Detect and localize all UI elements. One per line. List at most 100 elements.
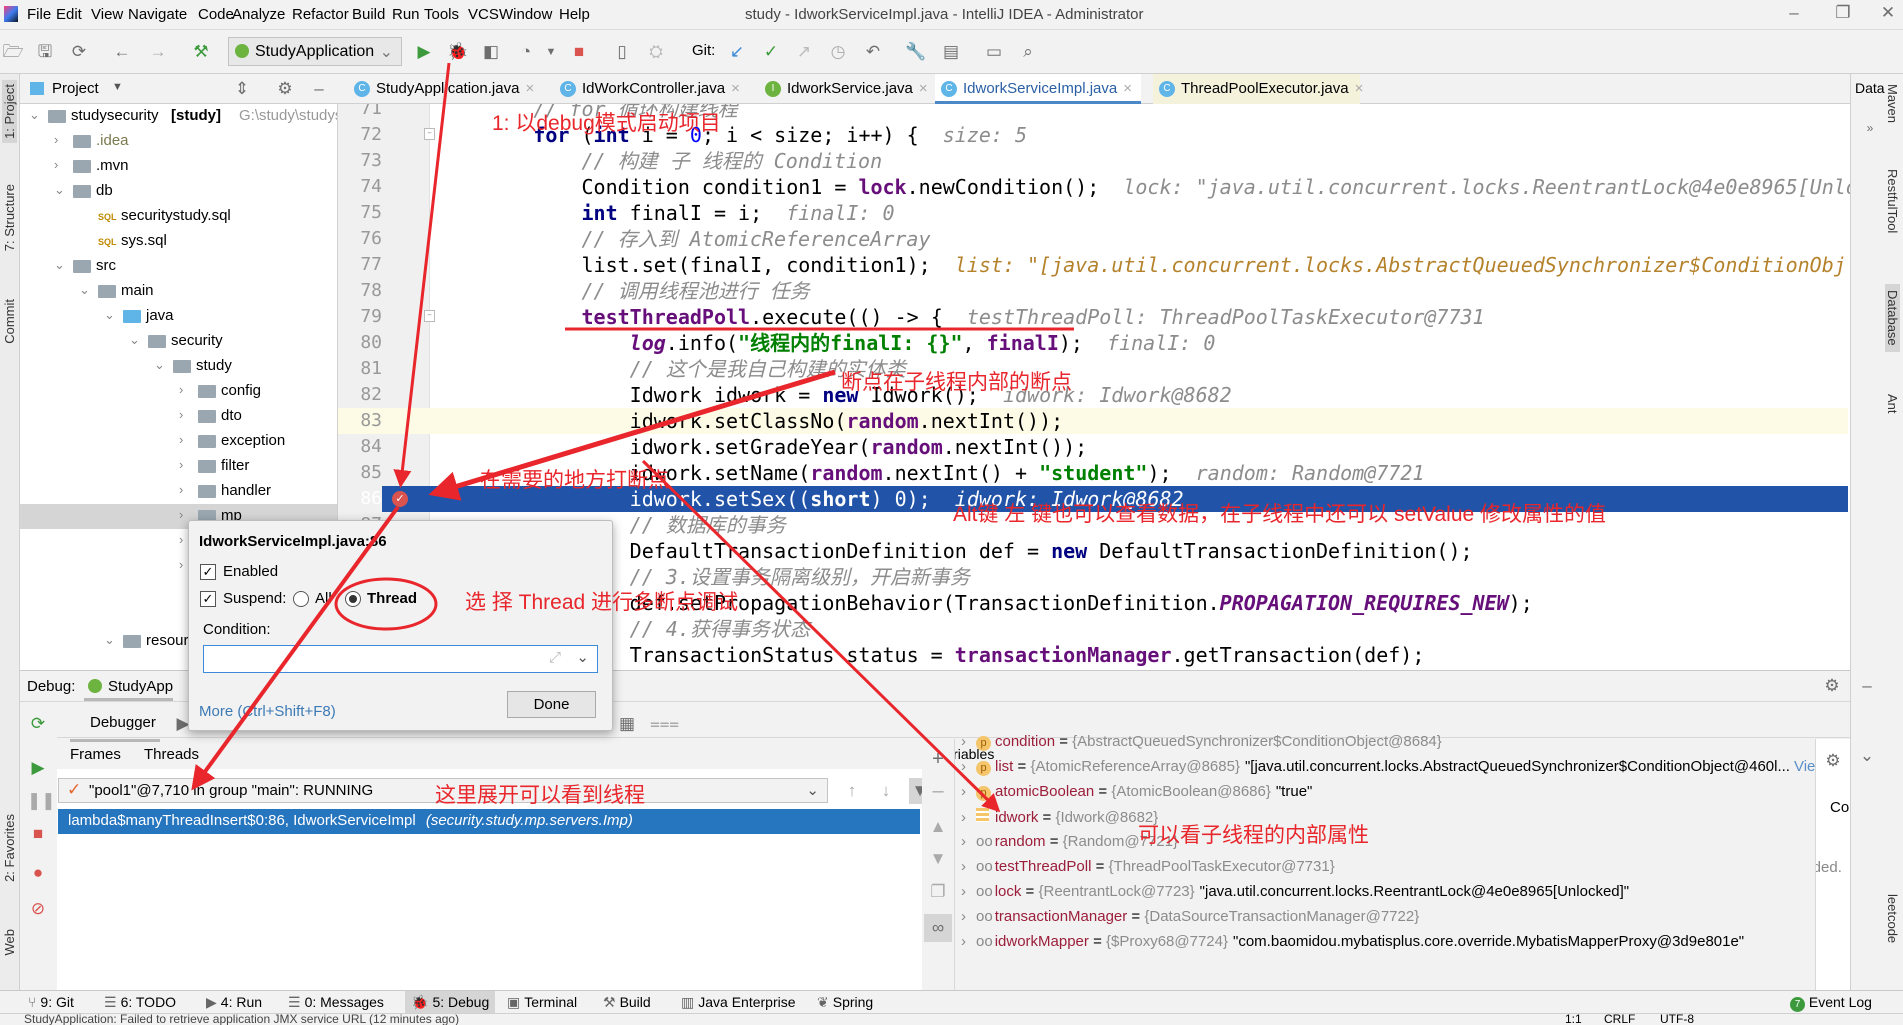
- tree-item[interactable]: › filter: [20, 454, 337, 479]
- suspend-checkbox[interactable]: ✓: [200, 591, 216, 607]
- tool-window-project[interactable]: 1: Project: [2, 80, 17, 143]
- variable-row[interactable]: › oo testThreadPoll = {ThreadPoolTaskExecu…: [955, 858, 1815, 883]
- gear-icon[interactable]: ⚙: [274, 79, 296, 99]
- line-number[interactable]: 84: [338, 434, 382, 460]
- stack-frame-row[interactable]: lambda$manyThreadInsert$0:86, IdworkServ…: [58, 809, 920, 834]
- resume-icon[interactable]: ▶: [27, 758, 49, 778]
- back-icon[interactable]: ←: [111, 42, 133, 62]
- move-down-icon[interactable]: ▼: [927, 849, 949, 869]
- build-hammer-icon[interactable]: ⚒: [190, 42, 212, 62]
- run-configuration-dropdown[interactable]: StudyApplication ⌄: [228, 37, 402, 66]
- line-number[interactable]: 77: [338, 252, 382, 278]
- code-line[interactable]: 74 Condition condition1 = lock.newCondit…: [338, 174, 1850, 200]
- close-tab-icon[interactable]: ×: [525, 80, 534, 97]
- code-line[interactable]: 82 Idwork idwork = new Idwork(); idwork:…: [338, 382, 1848, 408]
- menu-edit[interactable]: Edit: [56, 6, 82, 23]
- line-number[interactable]: 75: [338, 200, 382, 226]
- close-tab-icon[interactable]: ×: [731, 80, 740, 97]
- condition-input[interactable]: ⤢ ⌄: [203, 645, 598, 673]
- chevron-down-icon[interactable]: ⌄: [29, 107, 40, 123]
- tree-item[interactable]: ⌄ main: [20, 279, 337, 304]
- close-tab-icon[interactable]: ×: [1355, 80, 1364, 97]
- chevron-down-icon[interactable]: ⌄: [54, 182, 65, 198]
- tree-item[interactable]: › .idea: [20, 129, 337, 154]
- tool-window-database[interactable]: Database: [1885, 284, 1900, 352]
- expand-arrow-icon[interactable]: ›: [961, 733, 966, 750]
- tree-item[interactable]: SQL sys.sql: [20, 229, 337, 254]
- search-icon[interactable]: ⌕: [1017, 42, 1039, 62]
- menu-code[interactable]: Code: [198, 6, 234, 23]
- chevron-right-icon[interactable]: ›: [179, 457, 183, 472]
- previous-frame-icon[interactable]: ↑: [841, 781, 863, 801]
- suspend-all-radio[interactable]: [293, 591, 309, 607]
- history-icon[interactable]: ◷: [827, 42, 849, 62]
- coverage-icon[interactable]: ◧: [480, 42, 502, 62]
- tool-window-git[interactable]: ⑂ 9: Git: [28, 994, 74, 1010]
- add-watch-icon[interactable]: +: [927, 749, 949, 769]
- line-number[interactable]: 83: [338, 408, 382, 434]
- pause-icon[interactable]: ❚❚: [27, 791, 56, 811]
- code-line[interactable]: 76 // 存入到 AtomicReferenceArray: [338, 226, 1848, 252]
- suspend-thread-radio[interactable]: [345, 591, 361, 607]
- save-icon[interactable]: 🖫: [34, 42, 56, 62]
- line-number[interactable]: 81: [338, 356, 382, 382]
- expand-arrow-icon[interactable]: ›: [961, 783, 966, 800]
- menu-run[interactable]: Run: [392, 6, 420, 23]
- chevron-right-icon[interactable]: ›: [179, 432, 183, 447]
- menu-navigate[interactable]: Navigate: [128, 6, 187, 23]
- code-line[interactable]: 80 log.info("线程内的finalI: {}", finalI); f…: [338, 330, 1848, 356]
- git-push-icon[interactable]: ↗: [793, 42, 815, 62]
- database-panel-label[interactable]: Data: [1855, 80, 1885, 96]
- view-breakpoints-icon[interactable]: ●: [27, 863, 49, 883]
- menu-build[interactable]: Build: [352, 6, 385, 23]
- breakpoint-icon[interactable]: ✓: [392, 491, 408, 507]
- line-number[interactable]: 72: [338, 122, 382, 148]
- tree-item[interactable]: ⌄ study: [20, 354, 337, 379]
- tree-item[interactable]: › handler: [20, 479, 337, 504]
- tool-window-run[interactable]: ▶ 4: Run: [206, 994, 262, 1011]
- variable-row[interactable]: › oo random = {Random@7721}: [955, 833, 1815, 858]
- tree-item[interactable]: › config: [20, 379, 337, 404]
- tree-item[interactable]: ⌄ security: [20, 329, 337, 354]
- mute-breakpoints-icon[interactable]: ⊘: [27, 899, 49, 919]
- variable-row[interactable]: › p condition = {AbstractQueuedSynchronize…: [955, 733, 1815, 758]
- close-tab-icon[interactable]: ×: [1123, 80, 1132, 97]
- sync-icon[interactable]: ⟳: [68, 42, 90, 62]
- attach-icon[interactable]: ⛭: [645, 42, 667, 62]
- gear-icon[interactable]: ⚙: [1821, 676, 1843, 696]
- tree-item[interactable]: ⌄ java: [20, 304, 337, 329]
- chevron-right-icon[interactable]: ›: [179, 382, 183, 397]
- minimize-icon[interactable]: –: [1783, 3, 1805, 23]
- line-number[interactable]: 73: [338, 148, 382, 174]
- menu-vcs[interactable]: VCS: [468, 6, 499, 23]
- collapse-all-icon[interactable]: ⇕: [231, 79, 253, 99]
- remove-watch-icon[interactable]: –: [927, 781, 949, 801]
- project-view-selector[interactable]: Project: [52, 80, 99, 97]
- variable-row[interactable]: › idwork = {Idwork@8682}: [955, 808, 1815, 833]
- enabled-checkbox[interactable]: ✓: [200, 564, 216, 580]
- menu-file[interactable]: File: [27, 6, 51, 23]
- project-structure-icon[interactable]: ▤: [940, 42, 962, 62]
- variable-row[interactable]: › oo transactionManager = {DataSourceTrans…: [955, 908, 1815, 933]
- menu-window[interactable]: Window: [499, 6, 552, 23]
- menu-view[interactable]: View: [91, 6, 123, 23]
- more-link[interactable]: More (Ctrl+Shift+F8): [199, 703, 336, 720]
- expand-arrow-icon[interactable]: ›: [961, 858, 966, 875]
- rerun-icon[interactable]: ⟳: [27, 714, 49, 734]
- trace-icon[interactable]: ⩶: [650, 714, 679, 734]
- fold-marker-icon[interactable]: –: [424, 310, 435, 322]
- tree-item[interactable]: ⌄ src: [20, 254, 337, 279]
- settings-wrench-icon[interactable]: 🔧: [905, 42, 927, 62]
- move-up-icon[interactable]: ▲: [927, 817, 949, 837]
- chevron-down-icon[interactable]: ⌄: [129, 332, 140, 348]
- tab-idworkcontroller[interactable]: C IdWorkController.java ×: [554, 74, 740, 104]
- expand-arrow-icon[interactable]: ›: [961, 758, 966, 775]
- chevron-down-icon[interactable]: ⌄: [79, 282, 90, 298]
- line-number[interactable]: 74: [338, 174, 382, 200]
- layout-icon[interactable]: ▭: [983, 42, 1005, 62]
- tool-window-ant[interactable]: Ant: [1885, 394, 1900, 414]
- tool-window-structure[interactable]: 7: Structure: [2, 184, 17, 251]
- variable-row[interactable]: › p list = {AtomicReferenceArray@8685} "[ja…: [955, 758, 1815, 783]
- copy-icon[interactable]: ❐: [927, 882, 949, 902]
- tree-item[interactable]: › dto: [20, 404, 337, 429]
